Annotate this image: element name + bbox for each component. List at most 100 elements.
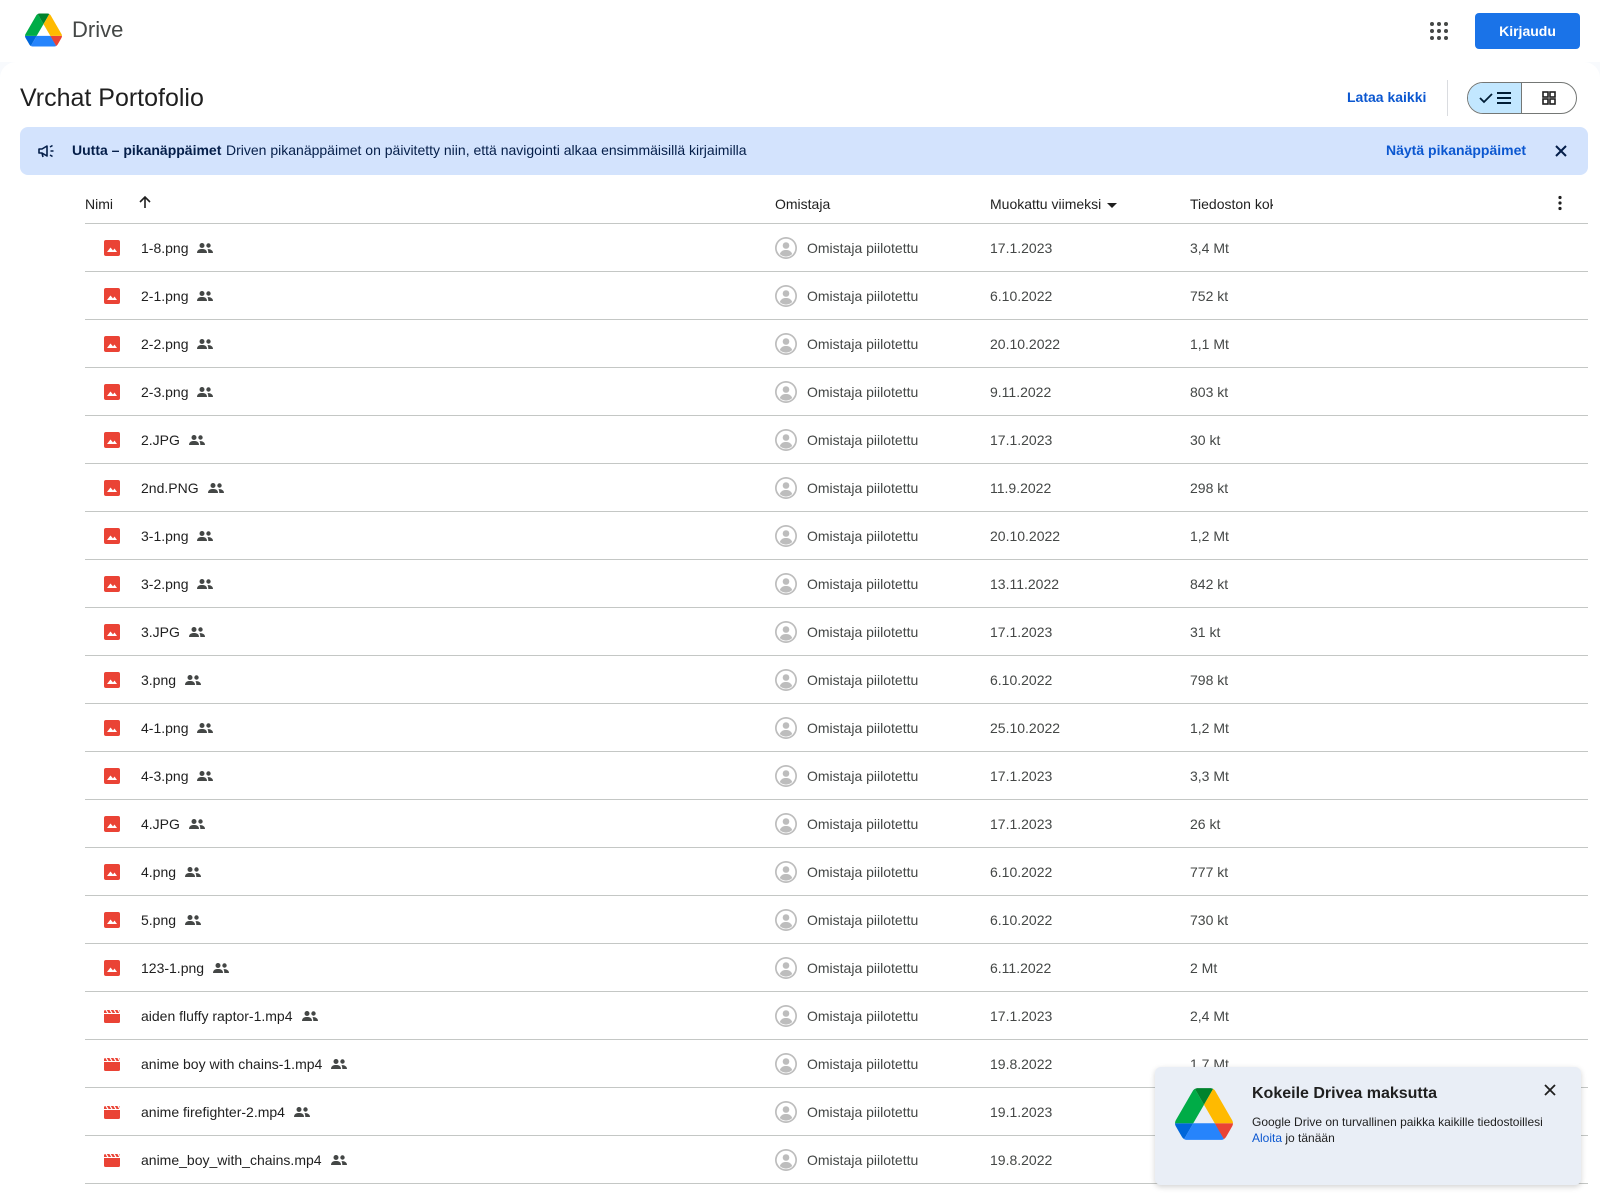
table-row[interactable]: 2.JPG Omistaja piilotettu 17.1.2023 30 kt xyxy=(85,416,1588,464)
file-size: 777 kt xyxy=(1190,864,1229,880)
table-row[interactable]: 4-3.png Omistaja piilotettu 17.1.2023 3,3 M… xyxy=(85,752,1588,800)
avatar xyxy=(775,1053,797,1075)
file-name: 2-2.png xyxy=(141,336,214,352)
image-file-icon xyxy=(104,336,120,352)
file-name-text: 1-8.png xyxy=(141,240,189,256)
more-vert-icon[interactable] xyxy=(1551,194,1569,212)
caret-down-icon xyxy=(1107,202,1118,208)
modified-date: 25.10.2022 xyxy=(990,720,1061,736)
owner-name: Omistaja piilotettu xyxy=(807,288,919,304)
file-size: 752 kt xyxy=(1190,288,1229,304)
owner-name: Omistaja piilotettu xyxy=(807,336,919,352)
avatar xyxy=(775,429,797,451)
table-row[interactable]: 3-1.png Omistaja piilotettu 20.10.2022 1,2 … xyxy=(85,512,1588,560)
arrow-up-icon[interactable] xyxy=(137,194,153,210)
table-row[interactable]: 2-2.png Omistaja piilotettu 20.10.2022 1,1 … xyxy=(85,320,1588,368)
column-owner[interactable]: Omistaja xyxy=(775,196,830,212)
owner-name: Omistaja piilotettu xyxy=(807,576,919,592)
avatar xyxy=(775,1149,797,1171)
table-row[interactable]: 2-3.png Omistaja piilotettu 9.11.2022 803 k… xyxy=(85,368,1588,416)
modified-date: 13.11.2022 xyxy=(990,576,1060,592)
shared-icon xyxy=(188,626,206,638)
file-size: 1,2 Mt xyxy=(1190,720,1229,736)
list-view-button[interactable] xyxy=(1468,83,1523,113)
owner-name: Omistaja piilotettu xyxy=(807,720,919,736)
file-name-text: anime boy with chains-1.mp4 xyxy=(141,1056,323,1072)
owner-name: Omistaja piilotettu xyxy=(807,768,919,784)
file-name: 1-8.png xyxy=(141,240,214,256)
file-name: 2nd.PNG xyxy=(141,480,225,496)
owner-name: Omistaja piilotettu xyxy=(807,912,919,928)
owner-name: Omistaja piilotettu xyxy=(807,960,919,976)
table-row[interactable]: 3.png Omistaja piilotettu 6.10.2022 798 kt xyxy=(85,656,1588,704)
video-file-icon xyxy=(104,1008,120,1024)
check-icon xyxy=(1478,93,1493,104)
table-row[interactable]: aiden fluffy raptor-1.mp4 Omistaja piilot… xyxy=(85,992,1588,1040)
table-row[interactable]: 3-2.png Omistaja piilotettu 13.11.2022 842 … xyxy=(85,560,1588,608)
file-list: 1-8.png Omistaja piilotettu 17.1.2023 3,4 M… xyxy=(85,224,1588,1184)
file-name-text: 4-3.png xyxy=(141,768,189,784)
avatar xyxy=(775,381,797,403)
file-name: 123-1.png xyxy=(141,960,230,976)
google-drive-logo[interactable] xyxy=(25,13,62,47)
file-name-text: aiden fluffy raptor-1.mp4 xyxy=(141,1008,293,1024)
avatar xyxy=(775,813,797,835)
close-icon[interactable] xyxy=(1543,1083,1557,1097)
owner-name: Omistaja piilotettu xyxy=(807,672,919,688)
grid-view-button[interactable] xyxy=(1522,83,1576,113)
close-icon[interactable] xyxy=(1552,142,1570,160)
show-shortcuts-link[interactable]: Näytä pikanäppäimet xyxy=(1386,142,1526,158)
shared-icon xyxy=(196,530,214,542)
file-name: 4-3.png xyxy=(141,768,214,784)
promo-text: Google Drive on turvallinen paikka kaiki… xyxy=(1252,1114,1552,1146)
file-name: 2-3.png xyxy=(141,384,214,400)
table-row[interactable]: 2-1.png Omistaja piilotettu 6.10.2022 752 k… xyxy=(85,272,1588,320)
avatar xyxy=(775,717,797,739)
file-name-text: anime firefighter-2.mp4 xyxy=(141,1104,285,1120)
video-file-icon xyxy=(104,1152,120,1168)
modified-date: 19.1.2023 xyxy=(990,1104,1053,1120)
file-name: anime firefighter-2.mp4 xyxy=(141,1104,311,1120)
modified-date: 19.8.2022 xyxy=(990,1056,1053,1072)
column-size[interactable]: Tiedoston koko xyxy=(1190,196,1273,212)
table-row[interactable]: 3.JPG Omistaja piilotettu 17.1.2023 31 kt xyxy=(85,608,1588,656)
avatar xyxy=(775,1005,797,1027)
table-row[interactable]: 2nd.PNG Omistaja piilotettu 11.9.2022 298 k… xyxy=(85,464,1588,512)
table-row[interactable]: 123-1.png Omistaja piilotettu 6.11.2022 2 M… xyxy=(85,944,1588,992)
owner-name: Omistaja piilotettu xyxy=(807,624,919,640)
sign-in-button[interactable]: Kirjaudu xyxy=(1475,13,1580,49)
table-row[interactable]: 5.png Omistaja piilotettu 6.10.2022 730 kt xyxy=(85,896,1588,944)
column-modified[interactable]: Muokattu viimeksi xyxy=(990,196,1118,212)
file-name-text: 4.JPG xyxy=(141,816,180,832)
brand-name[interactable]: Drive xyxy=(72,17,123,43)
banner-title: Uutta – pikanäppäimet xyxy=(72,142,222,158)
modified-date: 17.1.2023 xyxy=(990,768,1053,784)
get-started-link[interactable]: Aloita xyxy=(1252,1131,1282,1145)
file-size: 298 kt xyxy=(1190,480,1229,496)
file-name-text: 4-1.png xyxy=(141,720,189,736)
avatar xyxy=(775,669,797,691)
top-bar: Drive Kirjaudu xyxy=(0,0,1600,62)
shared-icon xyxy=(196,242,214,254)
table-row[interactable]: 4.png Omistaja piilotettu 6.10.2022 777 kt xyxy=(85,848,1588,896)
image-file-icon xyxy=(104,864,120,880)
apps-grid-icon[interactable] xyxy=(1428,20,1450,42)
page-title: Vrchat Portofolio xyxy=(20,84,204,112)
file-name: anime_boy_with_chains.mp4 xyxy=(141,1152,348,1168)
table-row[interactable]: 4.JPG Omistaja piilotettu 17.1.2023 26 kt xyxy=(85,800,1588,848)
column-name[interactable]: Nimi xyxy=(85,196,113,212)
shared-icon xyxy=(207,482,225,494)
shared-icon xyxy=(301,1010,319,1022)
table-row[interactable]: 1-8.png Omistaja piilotettu 17.1.2023 3,4 M… xyxy=(85,224,1588,272)
download-all-button[interactable]: Lataa kaikki xyxy=(1347,89,1426,105)
file-name: 4-1.png xyxy=(141,720,214,736)
list-icon xyxy=(1496,92,1511,104)
file-name-text: 3.png xyxy=(141,672,177,688)
shared-icon xyxy=(196,290,214,302)
file-size: 26 kt xyxy=(1190,816,1221,832)
file-name: 4.png xyxy=(141,864,202,880)
file-size: 31 kt xyxy=(1190,624,1221,640)
modified-date: 19.8.2022 xyxy=(990,1152,1053,1168)
modified-date: 17.1.2023 xyxy=(990,816,1053,832)
table-row[interactable]: 4-1.png Omistaja piilotettu 25.10.2022 1,2 … xyxy=(85,704,1588,752)
